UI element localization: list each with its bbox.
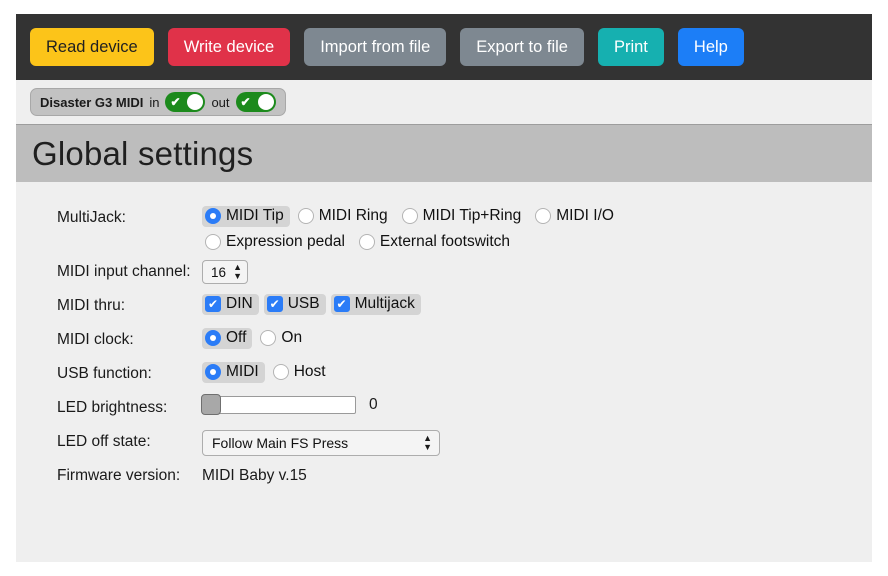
row-midi-input-channel: MIDI input channel: 16 ▲ ▼	[16, 260, 872, 287]
radio-label: Off	[226, 329, 247, 346]
firmware-version-label: Firmware version:	[57, 467, 181, 484]
led-off-state-value: Follow Main FS Press	[212, 435, 349, 451]
checkbox-multijack[interactable]: ✔ Multijack	[330, 294, 421, 315]
chevron-down-icon: ▼	[233, 271, 242, 281]
radio-midi-clock-off[interactable]: Off	[202, 328, 253, 349]
midi-clock-label: MIDI clock:	[57, 331, 134, 348]
row-led-off-state: LED off state: Follow Main FS Press ▲ ▼	[16, 430, 872, 457]
radio-expression-pedal[interactable]: Expression pedal	[202, 232, 351, 253]
checkbox-label: USB	[287, 295, 320, 312]
radio-icon	[297, 208, 314, 224]
midi-input-channel-label: MIDI input channel:	[57, 263, 191, 280]
radio-label: Expression pedal	[226, 233, 345, 250]
led-brightness-slider[interactable]	[201, 394, 356, 415]
check-icon: ✔	[170, 95, 181, 109]
global-settings-form: MultiJack: MIDI Tip MIDI Ring MIDI Tip+R…	[16, 182, 872, 562]
radio-label: Host	[293, 363, 326, 380]
radio-label: MIDI Ring	[318, 207, 388, 224]
multijack-options-row-1: MIDI Tip MIDI Ring MIDI Tip+Ring MIDI I/…	[202, 206, 872, 227]
midi-out-label: out	[211, 94, 230, 110]
check-icon: ✔	[240, 95, 251, 109]
checkbox-usb[interactable]: ✔ USB	[263, 294, 326, 315]
midi-input-channel-value: 16	[211, 264, 227, 280]
radio-icon	[205, 208, 221, 224]
read-device-button[interactable]: Read device	[30, 28, 154, 66]
row-midi-clock: MIDI clock: Off On	[16, 328, 872, 355]
radio-midi-tip-ring[interactable]: MIDI Tip+Ring	[399, 206, 528, 227]
chevron-down-icon: ▼	[423, 442, 432, 452]
radio-label: MIDI Tip+Ring	[422, 207, 522, 224]
row-midi-thru: MIDI thru: ✔ DIN ✔ USB ✔ Multijack	[16, 294, 872, 321]
export-to-file-button[interactable]: Export to file	[460, 28, 584, 66]
radio-label: On	[281, 329, 303, 346]
device-status-bar: Disaster G3 MIDI in ✔ out ✔	[16, 80, 872, 124]
device-status-pill: Disaster G3 MIDI in ✔ out ✔	[30, 88, 286, 116]
multijack-label: MultiJack:	[57, 209, 126, 226]
radio-icon	[358, 234, 375, 250]
led-brightness-value: 0	[369, 396, 378, 413]
checkbox-label: DIN	[226, 295, 253, 312]
usb-function-label: USB function:	[57, 365, 152, 382]
radio-label: MIDI I/O	[556, 207, 614, 224]
device-name-label: Disaster G3 MIDI	[40, 94, 144, 110]
radio-icon	[401, 208, 418, 224]
checkbox-label: Multijack	[354, 295, 415, 312]
radio-icon	[205, 234, 221, 250]
midi-out-toggle[interactable]: ✔	[235, 92, 276, 112]
radio-icon	[272, 364, 289, 380]
led-off-state-select[interactable]: Follow Main FS Press ▲ ▼	[202, 430, 440, 456]
checkbox-icon: ✔	[333, 296, 350, 312]
app-window: Read device Write device Import from fil…	[16, 14, 872, 562]
midi-thru-label: MIDI thru:	[57, 297, 126, 314]
select-arrows: ▲ ▼	[423, 433, 432, 452]
radio-midi-tip[interactable]: MIDI Tip	[202, 206, 290, 227]
radio-midi-io[interactable]: MIDI I/O	[532, 206, 620, 227]
main-toolbar: Read device Write device Import from fil…	[16, 14, 872, 80]
led-brightness-label: LED brightness:	[57, 399, 168, 416]
print-button[interactable]: Print	[597, 28, 664, 66]
radio-usb-host[interactable]: Host	[270, 362, 332, 383]
help-button[interactable]: Help	[677, 28, 744, 66]
row-multijack: MultiJack: MIDI Tip MIDI Ring MIDI Tip+R…	[16, 206, 872, 253]
radio-label: MIDI	[226, 363, 259, 380]
radio-icon	[535, 208, 552, 224]
midi-in-toggle[interactable]: ✔	[165, 92, 206, 112]
toggle-knob	[187, 94, 204, 110]
radio-icon	[260, 330, 277, 346]
stepper-arrows: ▲ ▼	[233, 262, 242, 281]
firmware-version-value: MIDI Baby v.15	[202, 467, 307, 484]
checkbox-din[interactable]: ✔ DIN	[202, 294, 259, 315]
midi-input-channel-stepper[interactable]: 16 ▲ ▼	[202, 260, 248, 284]
radio-icon	[205, 364, 221, 380]
checkbox-icon: ✔	[205, 296, 221, 312]
radio-usb-midi[interactable]: MIDI	[202, 362, 265, 383]
toggle-knob	[257, 94, 274, 110]
page-title: Global settings	[32, 134, 254, 172]
import-from-file-button[interactable]: Import from file	[304, 28, 447, 66]
section-header: Global settings	[16, 124, 872, 182]
radio-external-footswitch[interactable]: External footswitch	[356, 232, 516, 253]
write-device-button[interactable]: Write device	[167, 28, 291, 66]
radio-label: MIDI Tip	[226, 207, 284, 224]
radio-icon	[205, 330, 221, 346]
radio-label: External footswitch	[379, 233, 511, 250]
row-led-brightness: LED brightness: 0	[16, 394, 872, 423]
row-usb-function: USB function: MIDI Host	[16, 362, 872, 389]
slider-thumb[interactable]	[201, 394, 221, 415]
radio-midi-ring[interactable]: MIDI Ring	[295, 206, 394, 227]
midi-in-label: in	[149, 94, 160, 110]
led-off-state-label: LED off state:	[57, 433, 151, 450]
row-firmware-version: Firmware version: MIDI Baby v.15	[16, 464, 872, 491]
checkbox-icon: ✔	[266, 296, 283, 312]
chevron-up-icon: ▲	[423, 433, 432, 443]
radio-midi-clock-on[interactable]: On	[257, 328, 308, 349]
multijack-options-row-2: Expression pedal External footswitch	[202, 232, 872, 253]
chevron-up-icon: ▲	[233, 262, 242, 272]
